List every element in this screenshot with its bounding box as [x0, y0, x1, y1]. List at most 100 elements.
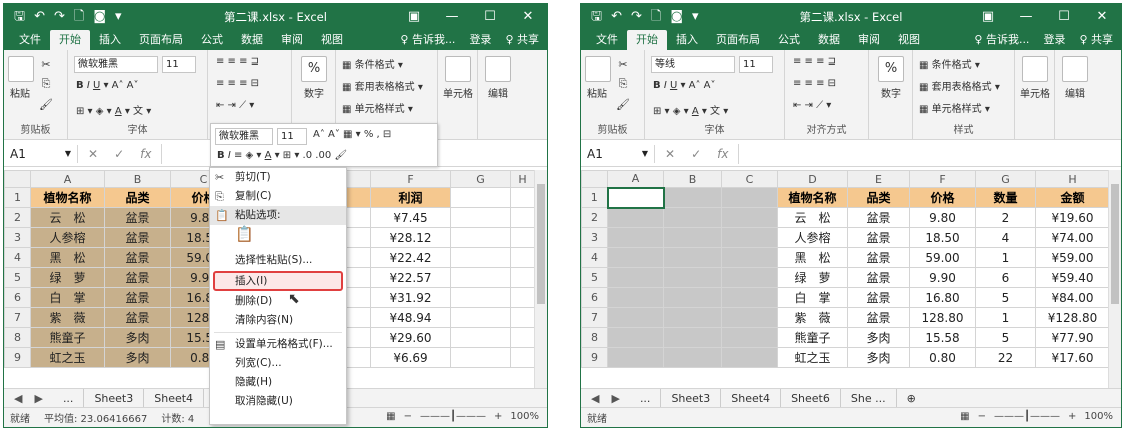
cell[interactable] [510, 287, 535, 308]
header-cell[interactable]: 金额 [1035, 187, 1110, 208]
camera-icon[interactable]: ◙ [670, 10, 683, 23]
login-link[interactable]: 登录 [1043, 31, 1065, 47]
column-header[interactable]: D [777, 170, 848, 188]
zoom-slider[interactable]: ———┃——— [994, 411, 1060, 422]
column-header[interactable]: E [847, 170, 910, 188]
row-header[interactable]: 5 [581, 267, 608, 288]
header-cell[interactable]: 品类 [847, 187, 910, 208]
menu-item-unhide[interactable]: 取消隐藏(U) [210, 392, 346, 411]
print-preview-icon[interactable]: 🗋 [651, 10, 661, 23]
ribbon-display-icon[interactable]: ▣ [395, 9, 433, 24]
tab-formulas[interactable]: 公式 [769, 30, 809, 50]
cell[interactable] [607, 207, 664, 228]
vertical-scrollbar[interactable] [534, 170, 547, 388]
cell[interactable] [721, 207, 778, 228]
row-header[interactable]: 7 [581, 307, 608, 328]
cell[interactable] [607, 247, 664, 268]
fx-icon[interactable]: fx [717, 147, 728, 161]
cell[interactable]: 盆景 [104, 287, 171, 308]
sheet-prev-icon[interactable]: ◀ [14, 392, 22, 405]
header-cell[interactable]: 利润 [370, 187, 451, 208]
vertical-scrollbar[interactable] [1108, 170, 1121, 388]
cell[interactable]: 虹之玉 [30, 347, 105, 368]
ribbon-display-icon[interactable]: ▣ [969, 9, 1007, 24]
view-normal-icon[interactable]: ▦ [960, 411, 969, 422]
tab-view[interactable]: 视图 [312, 30, 352, 50]
cell-selected[interactable] [606, 186, 665, 209]
cell[interactable]: 盆景 [847, 247, 910, 268]
cell[interactable]: 人参榕 [777, 227, 848, 248]
cell[interactable] [607, 287, 664, 308]
number-format-button[interactable]: % 数字 [298, 56, 330, 100]
cell[interactable] [663, 287, 722, 308]
cell[interactable] [450, 287, 511, 308]
confirm-icon[interactable]: ✓ [114, 147, 124, 161]
save-icon[interactable]: 🖫 [14, 10, 25, 23]
menu-item-cut[interactable]: ✂ 剪切(T) [210, 168, 346, 187]
cell[interactable] [607, 227, 664, 248]
paste-button[interactable]: 粘贴 [585, 56, 611, 100]
cell[interactable]: ¥29.60 [370, 327, 451, 348]
cell-styles-button[interactable]: ▦ 单元格样式 ▾ [919, 100, 990, 115]
column-header[interactable]: A [30, 170, 105, 188]
column-header[interactable]: F [909, 170, 976, 188]
minimize-button[interactable]: — [1007, 9, 1045, 24]
cell[interactable]: 0.80 [909, 347, 976, 368]
mini-format-buttons[interactable]: A˄ A˅ ▦ ▾ % , ⊟ [313, 129, 391, 140]
cell[interactable]: 15.58 [909, 327, 976, 348]
cell[interactable]: 多肉 [847, 327, 910, 348]
editing-button[interactable]: 编辑 [482, 56, 514, 100]
camera-icon[interactable]: ◙ [93, 10, 106, 23]
tab-view[interactable]: 视图 [889, 30, 929, 50]
cell[interactable]: ¥31.92 [370, 287, 451, 308]
cell[interactable] [510, 327, 535, 348]
cell[interactable]: ¥59.00 [1035, 247, 1110, 268]
row-header[interactable]: 8 [581, 327, 608, 348]
header-cell[interactable]: 植物名称 [30, 187, 105, 208]
cell[interactable]: 盆景 [104, 267, 171, 288]
editing-button[interactable]: 编辑 [1059, 56, 1091, 100]
cell[interactable]: ¥19.60 [1035, 207, 1110, 228]
row-header[interactable]: 1 [4, 187, 31, 208]
format-painter-icon[interactable]: 🖌 [615, 96, 631, 112]
cell[interactable] [510, 187, 535, 208]
cell[interactable] [510, 207, 535, 228]
cell[interactable]: 多肉 [104, 327, 171, 348]
tell-me-box[interactable]: ♀ 告诉我... [974, 31, 1029, 47]
cell[interactable] [510, 247, 535, 268]
cell[interactable]: 5 [975, 287, 1036, 308]
mini-size-dropdown[interactable]: 11 [277, 128, 307, 145]
scrollbar-thumb[interactable] [1111, 184, 1119, 304]
table-format-button[interactable]: ▦ 套用表格格式 ▾ [342, 78, 423, 93]
fx-icon[interactable]: fx [140, 147, 151, 161]
table-format-button[interactable]: ▦ 套用表格格式 ▾ [919, 78, 1000, 93]
menu-item-column-width[interactable]: 列宽(C)... [210, 354, 346, 373]
zoom-in-icon[interactable]: + [1068, 411, 1076, 422]
column-header[interactable]: A [607, 170, 664, 188]
cell[interactable] [721, 267, 778, 288]
sheet-tab[interactable]: She ... [841, 388, 897, 409]
tab-insert[interactable]: 插入 [667, 30, 707, 50]
cut-icon[interactable]: ✂ [38, 56, 54, 72]
format-painter-icon[interactable]: 🖌 [38, 96, 54, 112]
maximize-button[interactable]: ☐ [1045, 9, 1083, 24]
cell[interactable] [607, 267, 664, 288]
zoom-level[interactable]: 100% [1084, 411, 1113, 422]
cell[interactable]: ¥84.00 [1035, 287, 1110, 308]
menu-item-insert[interactable]: 插入(I) [213, 271, 343, 291]
cell[interactable] [663, 247, 722, 268]
column-header[interactable]: G [450, 170, 511, 188]
cell[interactable]: 盆景 [847, 307, 910, 328]
cell[interactable]: 22 [975, 347, 1036, 368]
sheet-tab[interactable]: Sheet4 [144, 388, 205, 409]
cell[interactable]: 绿 萝 [777, 267, 848, 288]
share-button[interactable]: ♀ 共享 [1079, 31, 1113, 47]
tab-data[interactable]: 数据 [809, 30, 849, 50]
cell[interactable]: 虹之玉 [777, 347, 848, 368]
cell[interactable]: 盆景 [847, 207, 910, 228]
cell[interactable]: ¥7.45 [370, 207, 451, 228]
row-header[interactable]: 9 [581, 347, 608, 368]
share-button[interactable]: ♀ 共享 [505, 31, 539, 47]
cell[interactable]: 多肉 [104, 347, 171, 368]
font-name-dropdown[interactable]: 微软雅黑 [74, 56, 158, 73]
